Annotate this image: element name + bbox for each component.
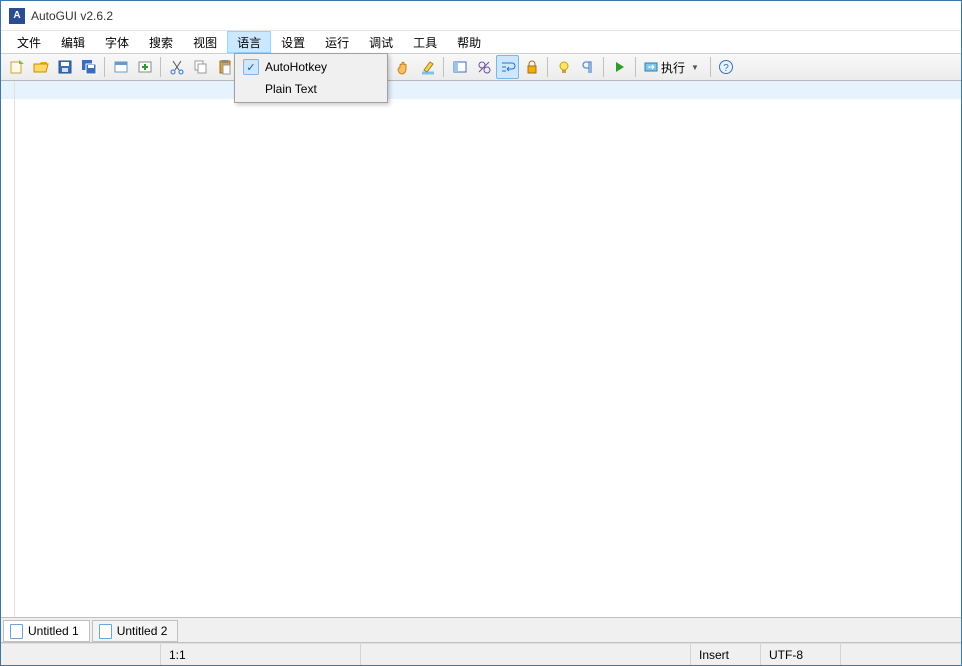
wrap-button[interactable] xyxy=(496,55,519,79)
doc-tab-label: Untitled 2 xyxy=(117,624,168,638)
title-bar: A AutoGUI v2.6.2    xyxy=(1,1,961,31)
menu-language[interactable]: 语言 xyxy=(227,31,271,53)
cut-button[interactable] xyxy=(165,55,188,79)
app-window: A AutoGUI v2.6.2    文件 编辑 字体 搜索 视图 语言… xyxy=(0,0,962,666)
status-encoding: UTF-8 xyxy=(761,644,841,665)
svg-text:?: ? xyxy=(724,63,730,74)
toolbar-separator xyxy=(710,57,711,77)
menu-tools[interactable]: 工具 xyxy=(403,31,447,53)
save-button[interactable] xyxy=(53,55,76,79)
doc-tab-2[interactable]: Untitled 2 xyxy=(92,620,179,642)
status-cell-blank xyxy=(1,644,161,665)
check-icon xyxy=(243,59,259,75)
code-editor[interactable] xyxy=(15,81,961,617)
dropdown-item-label: Plain Text xyxy=(265,82,317,96)
menu-settings[interactable]: 设置 xyxy=(271,31,315,53)
status-spacer xyxy=(361,644,691,665)
window-button[interactable] xyxy=(109,55,132,79)
language-dropdown: AutoHotkey Plain Text xyxy=(234,53,388,103)
help-button[interactable]: ? xyxy=(715,55,738,79)
copy-button[interactable] xyxy=(189,55,212,79)
status-insert-mode: Insert xyxy=(691,644,761,665)
toolbar-separator xyxy=(603,57,604,77)
status-cursor-pos: 1:1 xyxy=(161,644,361,665)
toolbar-separator xyxy=(443,57,444,77)
toolbar-separator xyxy=(547,57,548,77)
hand-icon[interactable] xyxy=(392,55,415,79)
menu-search[interactable]: 搜索 xyxy=(139,31,183,53)
menu-font[interactable]: 字体 xyxy=(95,31,139,53)
language-item-plaintext[interactable]: Plain Text xyxy=(237,78,385,100)
check-placeholder xyxy=(243,81,259,97)
menu-view[interactable]: 视图 xyxy=(183,31,227,53)
maximize-button[interactable]:  xyxy=(869,1,915,31)
panel-left-button[interactable] xyxy=(448,55,471,79)
run-alt-button[interactable]: 执行 ▼ xyxy=(640,55,706,79)
document-tabstrip: Untitled 1 Untitled 2 xyxy=(1,618,961,643)
pilcrow-button[interactable] xyxy=(576,55,599,79)
add-button[interactable] xyxy=(133,55,156,79)
toolbar-separator xyxy=(160,57,161,77)
run-label: 执行 xyxy=(659,59,687,76)
doc-tab-1[interactable]: Untitled 1 xyxy=(3,620,90,642)
status-cell-end xyxy=(841,644,961,665)
paste-button[interactable] xyxy=(213,55,236,79)
app-icon: A xyxy=(9,8,25,24)
menu-bar: 文件 编辑 字体 搜索 视图 语言 设置 运行 调试 工具 帮助 xyxy=(1,31,961,53)
close-button[interactable]:  xyxy=(915,1,961,31)
status-bar: 1:1 Insert UTF-8 xyxy=(1,643,961,665)
run-button[interactable] xyxy=(608,55,631,79)
dropdown-item-label: AutoHotkey xyxy=(265,60,327,74)
open-file-button[interactable] xyxy=(29,55,52,79)
editor-gutter xyxy=(1,81,15,617)
toolbar: 执行 ▼ ? xyxy=(1,53,961,81)
menu-debug[interactable]: 调试 xyxy=(359,31,403,53)
highlight-button[interactable] xyxy=(416,55,439,79)
new-file-button[interactable] xyxy=(5,55,28,79)
current-line xyxy=(15,81,961,99)
menu-help[interactable]: 帮助 xyxy=(447,31,491,53)
menu-run[interactable]: 运行 xyxy=(315,31,359,53)
menu-edit[interactable]: 编辑 xyxy=(51,31,95,53)
editor-area xyxy=(1,81,961,618)
page-icon xyxy=(99,624,112,639)
toolbar-separator xyxy=(635,57,636,77)
minimize-button[interactable]:  xyxy=(823,1,869,31)
chevron-down-icon[interactable]: ▼ xyxy=(687,63,703,72)
page-icon xyxy=(10,624,23,639)
language-item-autohotkey[interactable]: AutoHotkey xyxy=(237,56,385,78)
save-all-button[interactable] xyxy=(77,55,100,79)
symbol-button[interactable] xyxy=(472,55,495,79)
window-title: AutoGUI v2.6.2 xyxy=(31,9,113,23)
lock-button[interactable] xyxy=(520,55,543,79)
bulb-icon[interactable] xyxy=(552,55,575,79)
menu-file[interactable]: 文件 xyxy=(7,31,51,53)
doc-tab-label: Untitled 1 xyxy=(28,624,79,638)
toolbar-separator xyxy=(104,57,105,77)
